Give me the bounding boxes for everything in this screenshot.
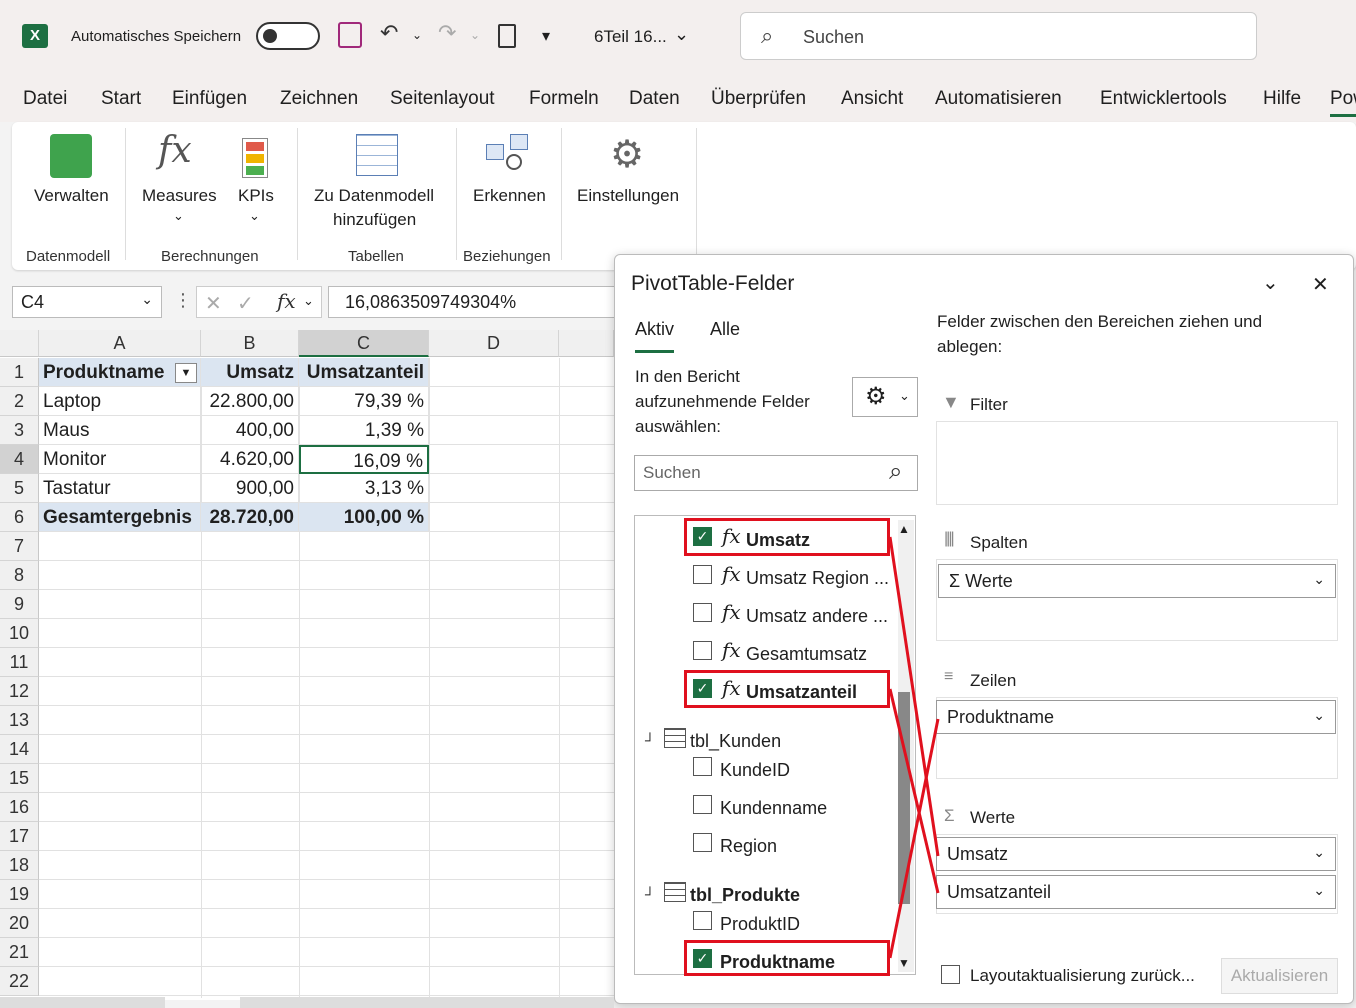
sheet-tabs-strip[interactable] [0,997,165,1008]
horizontal-scrollbar[interactable] [240,997,614,1008]
connector-lines [888,536,940,959]
line-produktname [888,718,940,959]
line-umsatzanteil [888,688,940,894]
line-umsatz [888,536,940,857]
